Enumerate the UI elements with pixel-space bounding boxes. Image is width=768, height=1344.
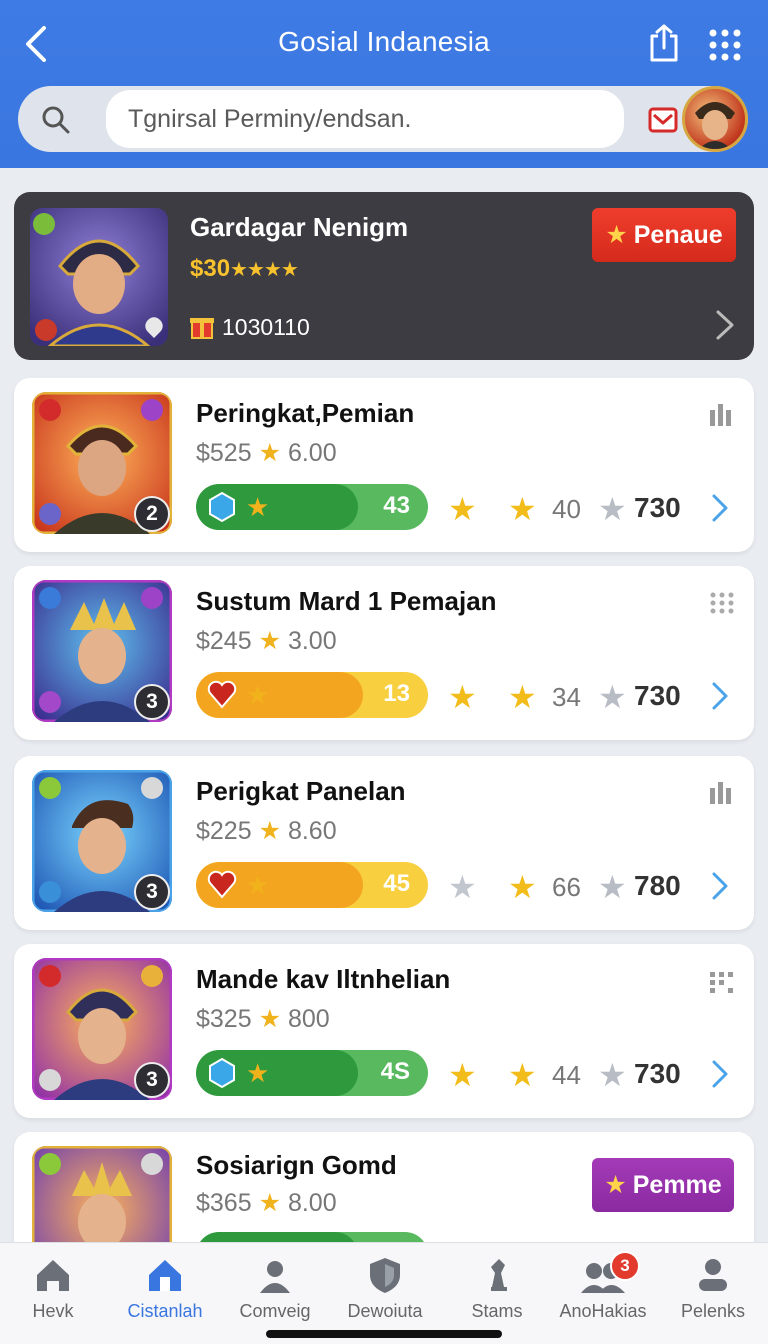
- home-indicator: [266, 1330, 502, 1338]
- share-icon[interactable]: [644, 22, 684, 66]
- list-item[interactable]: 3 Sustum Mard 1 Pemajan $245 ★ 3.00 ★ 13…: [14, 566, 754, 740]
- bottom-nav: Hevk Cistanlah Comveig Dewoiuta Stams 3 …: [0, 1242, 768, 1344]
- featured-action-button[interactable]: ★ Penaue: [592, 208, 736, 262]
- nav-item-profile[interactable]: Pelenks: [658, 1255, 768, 1322]
- progress-bar: ★ 43: [196, 484, 428, 530]
- item-name: Peringkat,Pemian: [196, 398, 415, 428]
- item-action-button[interactable]: ★ Pemme: [592, 1158, 734, 1212]
- avatar-portrait: [695, 102, 735, 149]
- star-outline-icon: ★: [598, 1057, 627, 1093]
- rank-badge: 3: [134, 684, 170, 720]
- item-price: $525 ★ 6.00: [196, 439, 337, 467]
- rating-row: ★ ★ 40 ★ 730: [448, 491, 681, 527]
- star-rating: ★★★★: [230, 259, 299, 281]
- star-icon: ★: [246, 1058, 270, 1088]
- star-outline-icon: ★: [598, 491, 627, 527]
- item-price: $245 ★ 3.00: [196, 627, 337, 655]
- star-icon: ★: [508, 1057, 537, 1093]
- chevron-right-icon[interactable]: [708, 492, 732, 524]
- chevron-right-icon[interactable]: [708, 680, 732, 712]
- nav-item-stats[interactable]: Stams: [442, 1255, 552, 1322]
- gift-icon: [190, 318, 214, 339]
- heart-gem-icon: [207, 870, 237, 899]
- store-icon: [149, 1260, 181, 1291]
- list-item[interactable]: 3 Mande kav Iltnhelian $325 ★ 800 ★ 4S ★…: [14, 944, 754, 1118]
- rank-badge: 2: [134, 496, 170, 532]
- grid-dots-icon[interactable]: [706, 26, 744, 64]
- featured-count: 1030110: [222, 314, 310, 340]
- search-icon[interactable]: [40, 104, 72, 136]
- progress-bar: ★ 45: [196, 862, 428, 908]
- mail-icon[interactable]: [648, 106, 678, 134]
- nav-item-groups[interactable]: 3 AnoHakias: [548, 1251, 658, 1322]
- star-outline-icon: ★: [448, 869, 477, 905]
- home-icon: [37, 1260, 69, 1291]
- featured-price: $30★★★★: [190, 255, 299, 282]
- nav-item-defense[interactable]: Dewoiuta: [330, 1255, 440, 1322]
- star-icon: ★: [448, 679, 477, 715]
- rank-badge: 3: [134, 1062, 170, 1098]
- star-icon: ★: [604, 1171, 627, 1199]
- grid-dots-icon[interactable]: [708, 590, 736, 616]
- nav-item-home[interactable]: Hevk: [0, 1255, 108, 1322]
- featured-name: Gardagar Nenigm: [190, 212, 409, 242]
- list-item[interactable]: 2 Peringkat,Pemian $525 ★ 6.00 ★ 43 ★ ★ …: [14, 378, 754, 552]
- progress-bar: ★ 4S: [196, 1050, 428, 1096]
- app-header: Gosial Indanesia: [0, 0, 768, 168]
- chess-icon: [491, 1259, 507, 1291]
- progress-bar: ★ 13: [196, 672, 428, 718]
- star-icon: ★: [246, 492, 270, 522]
- rating-row: ★ ★ 34 ★ 730: [448, 679, 681, 715]
- shield-icon: [370, 1258, 400, 1293]
- chevron-right-icon[interactable]: [708, 870, 732, 902]
- gem-icon: [209, 491, 235, 523]
- star-icon: ★: [508, 679, 537, 715]
- star-icon: ★: [605, 221, 628, 249]
- rating-row: ★ ★ 44 ★ 730: [448, 1057, 681, 1093]
- rating-row: ★ ★ 66 ★ 780: [448, 869, 681, 905]
- notification-badge: 3: [610, 1251, 640, 1281]
- star-icon: ★: [246, 870, 270, 900]
- item-price: $365 ★ 8.00: [196, 1189, 337, 1217]
- star-icon: ★: [448, 1057, 477, 1093]
- star-outline-icon: ★: [598, 869, 627, 905]
- user-icon: [260, 1261, 290, 1293]
- item-name: Perigkat Panelan: [196, 776, 406, 806]
- heart-gem-icon: [207, 680, 237, 709]
- avatar[interactable]: [682, 86, 748, 152]
- star-icon: ★: [448, 491, 477, 527]
- gem-icon: [209, 1057, 235, 1089]
- star-icon: ★: [246, 680, 270, 710]
- rank-badge: 3: [134, 874, 170, 910]
- nav-item-community[interactable]: Comveig: [220, 1255, 330, 1322]
- chevron-right-icon[interactable]: [708, 1058, 732, 1090]
- bar-chart-icon[interactable]: [708, 402, 736, 428]
- featured-hero-image: [30, 208, 168, 346]
- item-name: Sosiarign Gomd: [196, 1150, 397, 1180]
- star-icon: ★: [508, 869, 537, 905]
- profile-icon: [699, 1259, 727, 1291]
- item-price: $325 ★ 800: [196, 1005, 330, 1033]
- bar-chart-icon[interactable]: [708, 780, 736, 806]
- item-name: Mande kav Iltnhelian: [196, 964, 451, 994]
- nav-item-store[interactable]: Cistanlah: [110, 1255, 220, 1322]
- star-icon: ★: [508, 491, 537, 527]
- star-outline-icon: ★: [598, 679, 627, 715]
- grid-dots-icon[interactable]: [708, 968, 736, 994]
- chevron-right-icon[interactable]: [712, 308, 738, 342]
- item-name: Sustum Mard 1 Pemajan: [196, 586, 497, 616]
- search-input[interactable]: [106, 90, 624, 148]
- item-price: $225 ★ 8.60: [196, 817, 337, 845]
- list-item[interactable]: 3 Perigkat Panelan $225 ★ 8.60 ★ 45 ★ ★ …: [14, 756, 754, 930]
- search-bar: [18, 86, 748, 152]
